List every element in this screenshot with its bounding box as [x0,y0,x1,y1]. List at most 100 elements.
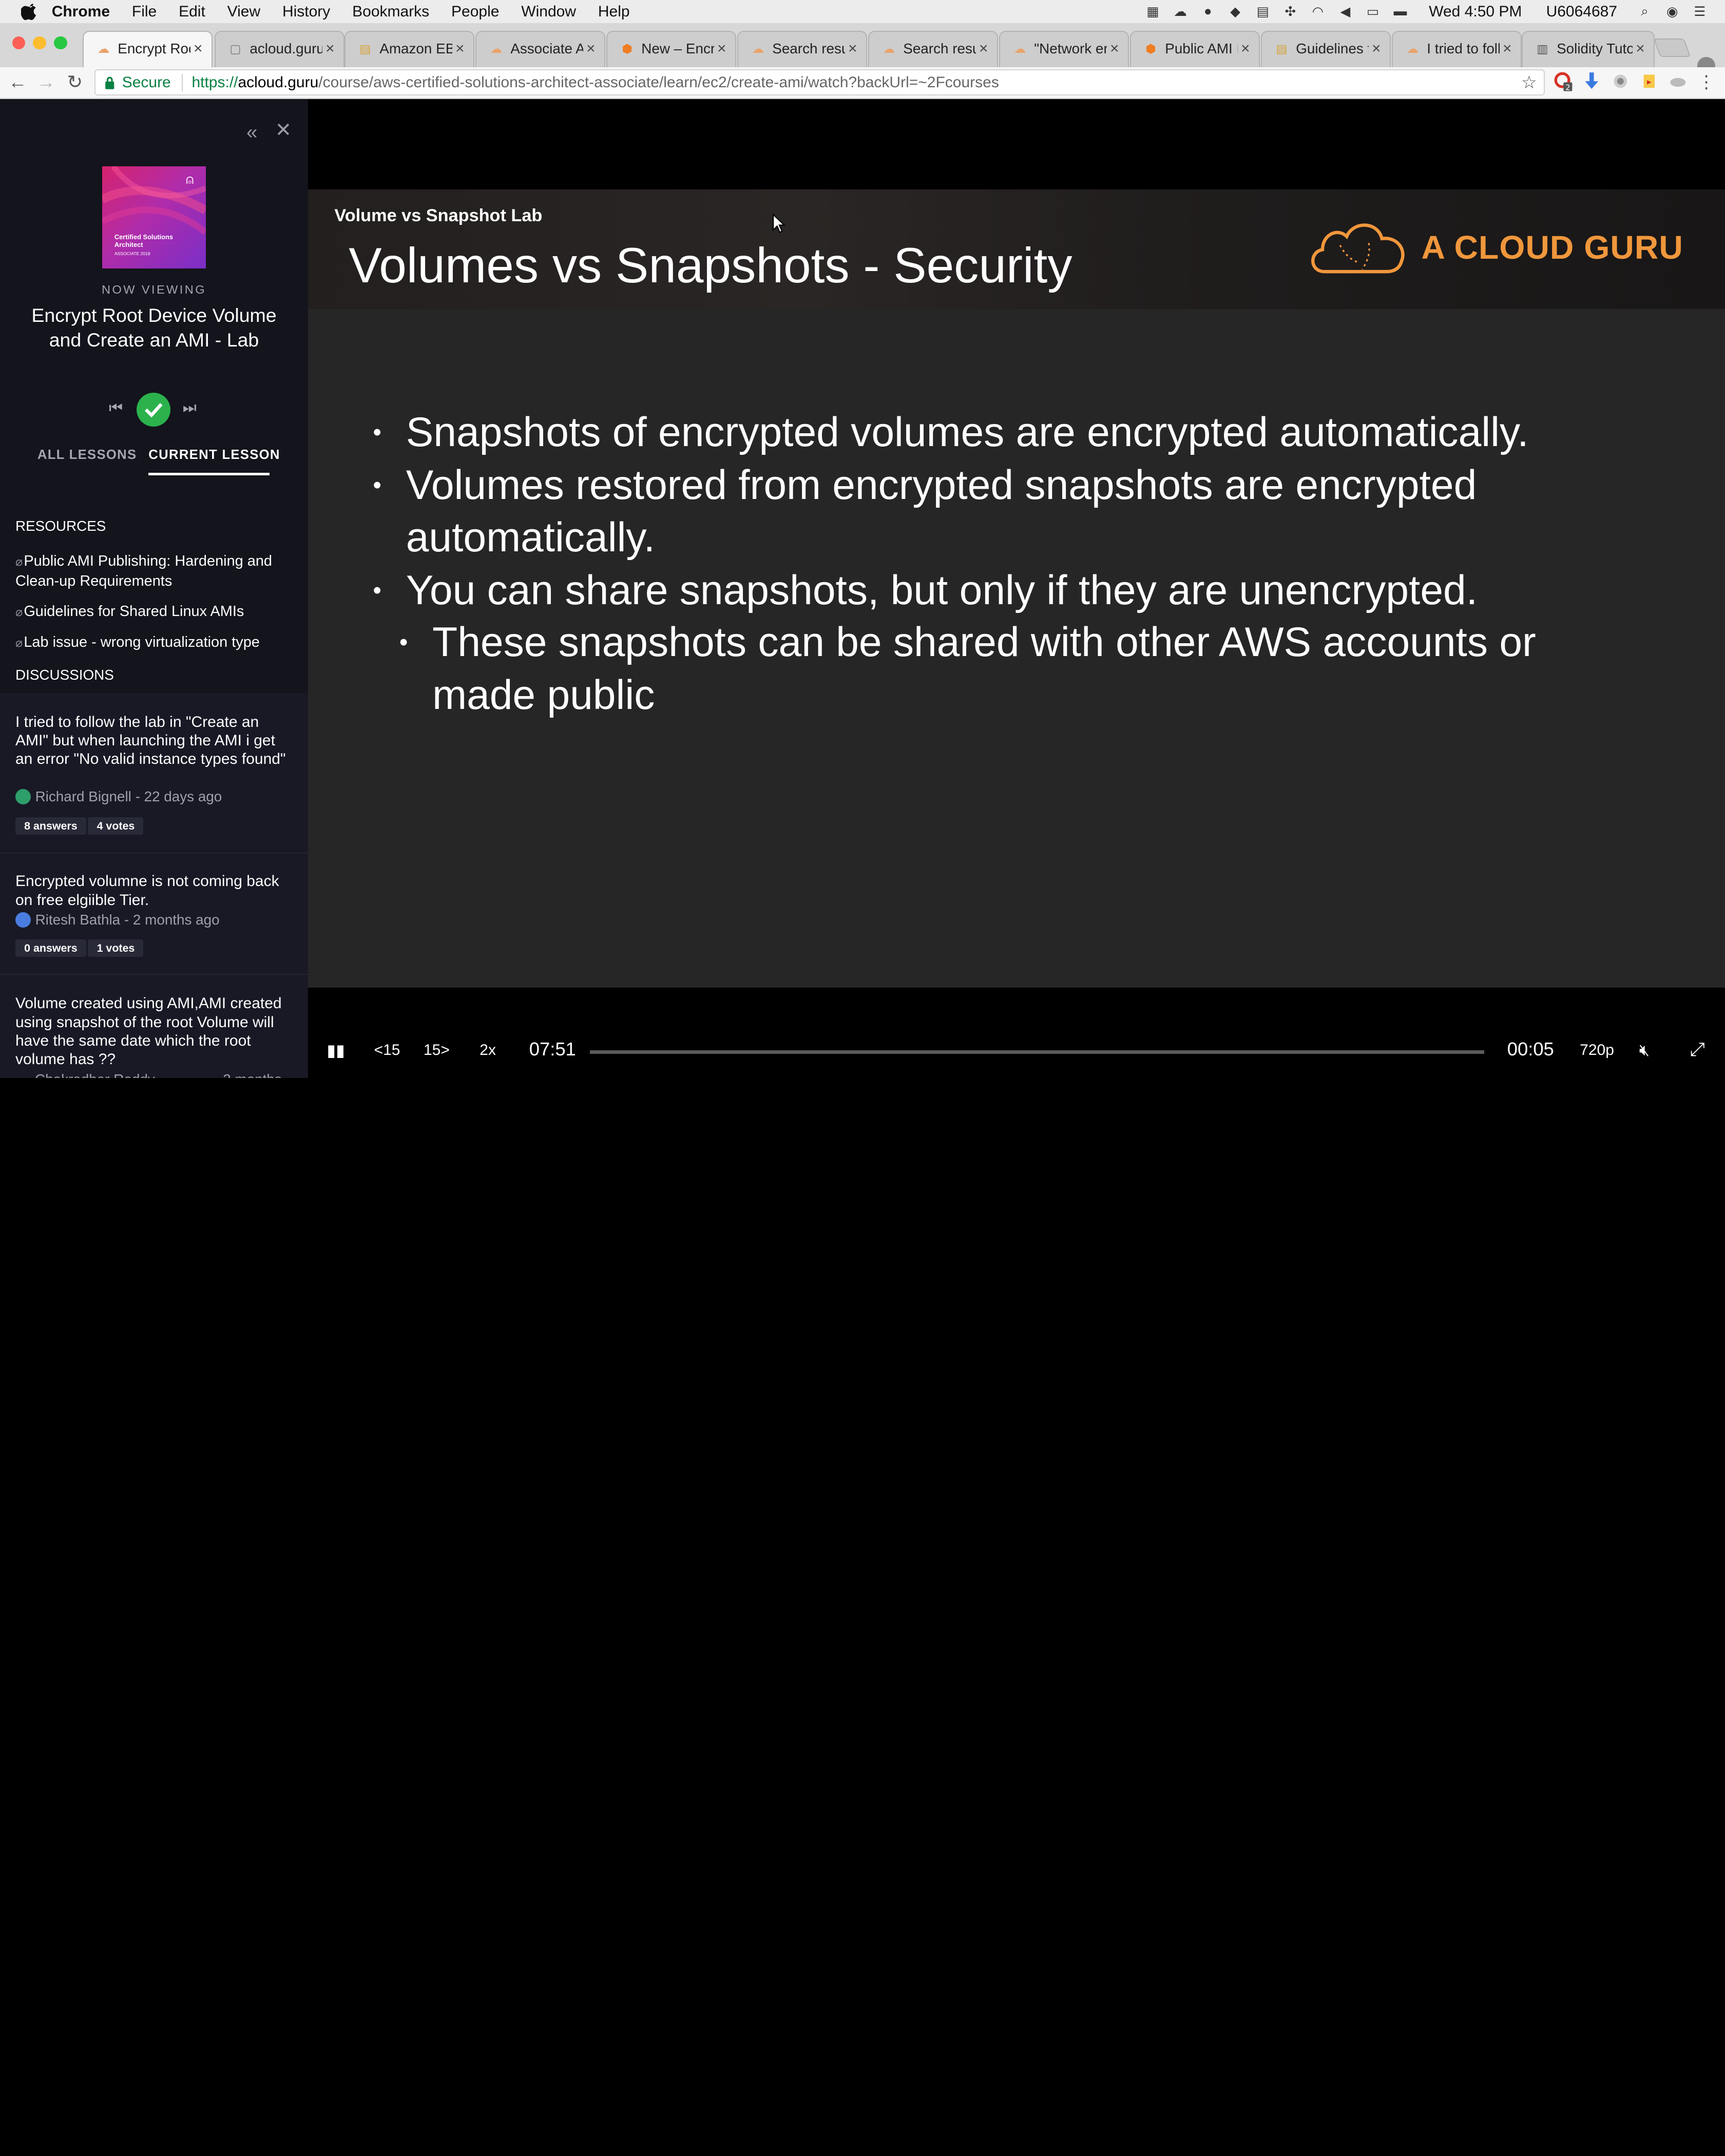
browser-tab[interactable]: ⬢ Public AMI P× [1129,31,1260,67]
tab-close-icon[interactable]: × [322,40,338,57]
browser-tab[interactable]: ▤ Guidelines fo× [1260,31,1391,67]
close-icon[interactable]: ✕ [275,119,292,142]
extension-cloud-icon[interactable] [1668,71,1688,91]
url-host: acloud.guru [238,73,319,91]
browser-tab[interactable]: ☁ Search result× [737,31,867,67]
browser-tab[interactable]: ☁ I tried to follo× [1391,31,1522,67]
extension-circle-icon[interactable] [1611,71,1631,91]
evernote-icon[interactable]: ◆ [1225,4,1245,20]
fullscreen-icon[interactable]: ⤢ [1690,1038,1704,1061]
next-lesson-icon[interactable]: ⏭ [183,399,197,417]
clock[interactable]: Wed 4:50 PM [1429,3,1522,21]
browser-tab[interactable]: ☁ Search result× [868,31,998,67]
spotlight-icon[interactable]: ⌕ [1635,4,1655,20]
wifi-icon[interactable]: ◠ [1308,4,1328,20]
lesson-complete-check-icon[interactable] [136,392,171,427]
resource-link[interactable]: ⌀ Lab issue - wrong virtualization type [15,632,293,653]
discussion-meta: Chakradhar Reddy Balasani - 2 months ago [15,1071,308,1078]
discussion-item[interactable]: Encrypted volumne is not coming back on … [0,853,308,975]
browser-tab[interactable]: ☁ Encrypt Root× [82,31,213,67]
docker-icon[interactable]: ▦ [1143,4,1163,20]
tab-close-icon[interactable]: × [1633,40,1648,57]
tab-close-icon[interactable]: × [1238,40,1253,57]
discussion-item[interactable]: I tried to follow the lab in "Create an … [0,692,308,854]
menu-help[interactable]: Help [598,3,630,21]
slide-lab-label: Volume vs Snapshot Lab [334,205,543,225]
bullet-text: These snapshots can be shared with other… [432,619,1536,718]
browser-tab[interactable]: ☁ Associate Ar × [475,31,605,67]
slide-header: Volume vs Snapshot Lab Volumes vs Snapsh… [308,189,1725,310]
notification-center-icon[interactable]: ☰ [1690,4,1710,20]
minimize-window-button[interactable] [33,36,46,50]
discussion-author: Chakradhar Reddy Balasani [35,1071,210,1078]
download-icon[interactable] [1582,71,1602,91]
bookmark-icon: ▤ [359,42,371,56]
video-player[interactable]: Volume vs Snapshot Lab Volumes vs Snapsh… [308,99,1725,1078]
tab-all-lessons[interactable]: ALL LESSONS [37,448,137,463]
back-arrow-icon[interactable]: ← [7,71,29,93]
tab-close-icon[interactable]: × [452,40,468,57]
extension-blocker-icon[interactable]: 2 [1554,71,1574,91]
zoom-window-button[interactable] [53,36,67,50]
mute-icon[interactable]: 🔇︎ [1639,1041,1650,1060]
flag-icon[interactable]: ▬ [1390,4,1410,20]
tab-close-icon[interactable]: × [1369,40,1384,57]
discussion-item[interactable]: Volume created using AMI,AMI created usi… [0,974,308,1078]
browser-tab[interactable]: ▤ Amazon EBS× [344,31,474,67]
printer-icon[interactable]: ▤ [1253,4,1273,20]
progress-track[interactable] [589,1050,1484,1054]
menu-window[interactable]: Window [521,3,576,21]
playback-speed-button[interactable]: 2x [480,1042,496,1059]
forward-15-button[interactable]: 15> [424,1042,450,1059]
tab-close-icon[interactable]: × [1500,40,1515,57]
cloud-sync-icon[interactable]: ☁ [1171,4,1191,20]
volume-icon[interactable]: ◀ [1335,4,1355,20]
browser-tab[interactable]: ▥ Solidity Tutor × [1521,31,1655,67]
user-name[interactable]: U6064687 [1546,3,1617,21]
forward-arrow-icon[interactable]: → [35,71,57,93]
address-bar[interactable]: Secure https://acloud.guru/course/aws-ce… [94,69,1545,96]
menu-people[interactable]: People [451,3,499,21]
circle-app-icon[interactable]: ● [1198,4,1218,20]
new-tab-button[interactable] [1653,38,1691,57]
close-window-button[interactable] [12,36,26,50]
browser-tab[interactable]: ☁ "Network err × [999,31,1129,67]
browser-tab[interactable]: ⬢ New – Encryp× [606,31,736,67]
tab-current-lesson[interactable]: CURRENT LESSON [148,448,280,463]
battery-icon[interactable]: ▭ [1363,4,1383,20]
browser-tab[interactable]: ▢ acloud.guru × [214,31,344,67]
tab-close-icon[interactable]: × [1107,40,1122,57]
tab-close-icon[interactable]: × [976,40,991,57]
discussion-question: Encrypted volumne is not coming back on … [15,873,279,909]
menu-file[interactable]: File [132,3,157,21]
chrome-menu-icon[interactable]: ⋮ [1695,71,1717,93]
slide-bullet: • Snapshots of encrypted volumes are encr… [373,406,1528,459]
reload-icon[interactable]: ↻ [64,71,86,93]
extension-keep-icon[interactable] [1639,71,1659,91]
menu-app-name[interactable]: Chrome [52,3,110,21]
apple-icon[interactable] [21,3,39,21]
menu-history[interactable]: History [282,3,330,21]
menu-bookmarks[interactable]: Bookmarks [352,3,429,21]
rewind-15-button[interactable]: <15 [374,1042,400,1059]
resource-link[interactable]: ⌀ Guidelines for Shared Linux AMIs [15,602,293,622]
menu-view[interactable]: View [227,3,260,21]
collapse-sidebar-icon[interactable]: « [246,121,257,144]
menu-edit[interactable]: Edit [179,3,205,21]
paperclip-icon: ⌀ [15,605,23,619]
tab-close-icon[interactable]: × [190,40,206,57]
quality-button[interactable]: 720p [1580,1042,1614,1059]
tab-close-icon[interactable]: × [583,40,599,57]
macos-menu-bar: Chrome File Edit View History Bookmarks … [0,0,1725,23]
siri-icon[interactable]: ◉ [1662,4,1682,20]
resource-link[interactable]: ⌀ Public AMI Publishing: Hardening and Cl… [15,551,293,591]
network-icon[interactable]: ✣ [1280,4,1300,20]
bookmark-star-icon[interactable]: ☆ [1521,72,1537,93]
tab-label: Search result [772,41,845,57]
tab-close-icon[interactable]: × [845,40,860,57]
slide-sub-bullet: • These snapshots can be shared with othe… [399,616,1642,722]
previous-lesson-icon[interactable]: ⏮ [109,399,123,417]
tab-close-icon[interactable]: × [714,40,730,57]
pause-icon[interactable]: ▮▮ [327,1041,344,1060]
extension-badge: 2 [1565,83,1570,91]
